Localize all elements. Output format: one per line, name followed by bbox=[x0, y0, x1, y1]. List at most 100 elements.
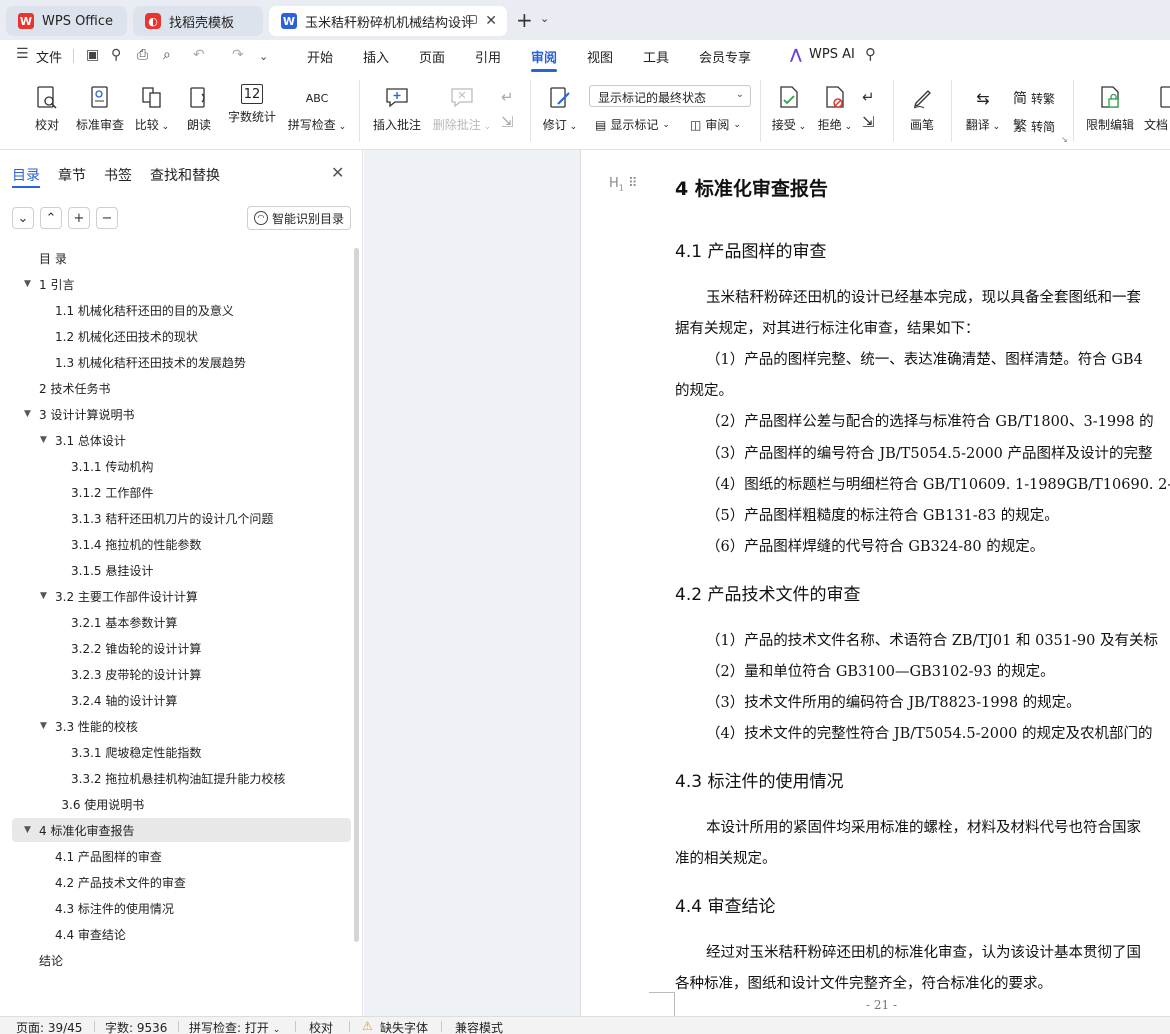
toc-item[interactable]: 3.1.5 悬挂设计 bbox=[0, 558, 350, 582]
toc-item[interactable]: 3.1.4 拖拉机的性能参数 bbox=[0, 532, 350, 556]
menu-insert[interactable]: 插入 bbox=[363, 47, 389, 66]
toc-item[interactable]: 3.3.2 拖拉机悬挂机构油缸提升能力校核 bbox=[0, 766, 350, 790]
toc-item[interactable]: 3.3.1 爬坡稳定性能指数 bbox=[0, 740, 350, 764]
nav-tab-bookmarks[interactable]: 书签 bbox=[104, 165, 132, 185]
toc-item[interactable]: 4.2 产品技术文件的审查 bbox=[0, 870, 350, 894]
expand-caret-icon[interactable]: ▼ bbox=[40, 591, 47, 601]
toc-item[interactable]: 3.2.2 锥齿轮的设计计算 bbox=[0, 636, 350, 660]
show-markup-button[interactable]: ▤ 显示标记 ⌄ bbox=[595, 116, 670, 133]
toc-item[interactable]: 3.1.2 工作部件 bbox=[0, 480, 350, 504]
to-simplified-button[interactable]: 繁 转简 bbox=[1013, 116, 1055, 136]
to-traditional-button[interactable]: 简 转繁 bbox=[1013, 88, 1055, 108]
close-icon[interactable]: ✕ bbox=[331, 163, 344, 182]
search-icon[interactable]: ⚲ bbox=[865, 45, 876, 63]
new-tab-plus-icon[interactable]: + bbox=[516, 8, 533, 32]
quick-access-more-icon[interactable]: ⌄ bbox=[259, 50, 268, 63]
nav-scrollbar[interactable] bbox=[354, 248, 359, 942]
menu-member[interactable]: 会员专享 bbox=[699, 47, 751, 66]
accept-button[interactable]: 接受 ⌄ bbox=[771, 84, 807, 133]
spell-check-status[interactable]: 拼写检查: 打开 ⌄ bbox=[189, 1019, 280, 1034]
toc-item[interactable]: ▼ 4 标准化审查报告 bbox=[12, 818, 351, 842]
restrict-edit-button[interactable]: 限制编辑 bbox=[1084, 84, 1136, 133]
nav-tab-find-replace[interactable]: 查找和替换 bbox=[150, 165, 220, 185]
toc-item[interactable]: 1.1 机械化秸秆还田的目的及意义 bbox=[0, 298, 350, 322]
undo-icon[interactable]: ↶ bbox=[193, 47, 205, 63]
expand-caret-icon[interactable]: ▼ bbox=[40, 721, 47, 731]
menu-reference[interactable]: 引用 bbox=[475, 47, 501, 66]
smart-toc-button[interactable]: ◠ 智能识别目录 bbox=[247, 206, 351, 230]
menu-review[interactable]: 审阅 bbox=[531, 47, 557, 66]
translate-button[interactable]: ⇆ 翻译 ⌄ bbox=[964, 84, 1002, 133]
menu-page[interactable]: 页面 bbox=[419, 47, 445, 66]
expand-up-button[interactable]: ⌃ bbox=[40, 207, 62, 229]
next-change-icon[interactable]: ⇲ bbox=[862, 113, 875, 131]
dialog-launcher-icon[interactable]: ↘ bbox=[1061, 135, 1068, 144]
toc-item[interactable]: 4.1 产品图样的审查 bbox=[0, 844, 350, 868]
share-icon[interactable]: ⚲ bbox=[111, 47, 121, 63]
spell-check-button[interactable]: ABC 拼写检查 ⌄ bbox=[287, 84, 347, 133]
insert-comment-button[interactable]: 插入批注 bbox=[371, 84, 423, 133]
nav-tab-toc[interactable]: 目录 bbox=[12, 165, 40, 185]
menu-tools[interactable]: 工具 bbox=[643, 47, 669, 66]
document-page[interactable]: H1 ⠿ 4 标准化审查报告 4.1 产品图样的审查 玉米秸秆粉碎还田机的设计已… bbox=[580, 150, 1170, 1016]
proofread-status[interactable]: 校对 bbox=[309, 1019, 333, 1034]
delete-comment-button[interactable]: 删除批注 ⌄ bbox=[432, 84, 492, 133]
expand-caret-icon[interactable]: ▼ bbox=[40, 435, 47, 445]
document-canvas[interactable]: H1 ⠿ 4 标准化审查报告 4.1 产品图样的审查 玉米秸秆粉碎还田机的设计已… bbox=[364, 150, 1170, 1016]
read-aloud-button[interactable]: 朗读 bbox=[185, 84, 213, 133]
toc-item[interactable]: ▼ 3 设计计算说明书 bbox=[0, 402, 350, 426]
next-comment-icon[interactable]: ⇲ bbox=[501, 113, 514, 131]
previous-change-icon[interactable]: ↵ bbox=[862, 88, 875, 106]
toc-item[interactable]: ▼ 3.1 总体设计 bbox=[0, 428, 350, 452]
toc-item[interactable]: 3.2.4 轴的设计计算 bbox=[0, 688, 350, 712]
markup-display-select[interactable]: 显示标记的最终状态 ⌄ bbox=[589, 85, 751, 107]
toc-item[interactable]: 4.4 审查结论 bbox=[0, 922, 350, 946]
toc-item[interactable]: 2 技术任务书 bbox=[0, 376, 350, 400]
page-indicator[interactable]: 页面: 39/45 bbox=[16, 1019, 82, 1034]
toc-item[interactable]: ▼ 3.3 性能的校核 bbox=[0, 714, 350, 738]
nav-tab-chapters[interactable]: 章节 bbox=[58, 165, 86, 185]
toc-item[interactable]: 1.2 机械化还田技术的现状 bbox=[0, 324, 350, 348]
expand-caret-icon[interactable]: ▼ bbox=[24, 409, 31, 419]
toc-item[interactable]: 3.2.1 基本参数计算 bbox=[0, 610, 350, 634]
heading-drag-handle-icon[interactable]: H1 ⠿ bbox=[609, 176, 638, 193]
hamburger-menu-icon[interactable]: ☰ bbox=[16, 46, 29, 62]
expand-caret-icon[interactable]: ▼ bbox=[24, 279, 31, 289]
pen-button[interactable]: 画笔 bbox=[905, 84, 939, 133]
collapse-all-button[interactable]: ⌄ bbox=[12, 207, 34, 229]
document-permissions-button[interactable]: 文档 bbox=[1144, 84, 1170, 133]
review-pane-button[interactable]: ◫ 审阅 ⌄ bbox=[690, 116, 741, 133]
toc-item[interactable]: ▼ 3.2 主要工作部件设计计算 bbox=[0, 584, 350, 608]
redo-icon[interactable]: ↷ bbox=[232, 47, 244, 63]
revise-button[interactable]: 修订 ⌄ bbox=[541, 84, 579, 133]
toc-item[interactable]: 3.6 使用说明书 bbox=[0, 792, 350, 816]
compare-button[interactable]: 比较 ⌄ bbox=[134, 84, 170, 133]
monitor-icon[interactable] bbox=[466, 15, 477, 24]
add-heading-button[interactable]: + bbox=[68, 207, 90, 229]
toc-item[interactable]: 目 录 bbox=[0, 246, 350, 270]
previous-comment-icon[interactable]: ↵ bbox=[501, 88, 514, 106]
toc-item[interactable]: 4.3 标注件的使用情况 bbox=[0, 896, 350, 920]
proofread-button[interactable]: 校对 bbox=[30, 84, 64, 133]
word-count-button[interactable]: 12 字数统计 bbox=[226, 84, 278, 125]
tab-current-document[interactable]: W 玉米秸秆粉碎机机械结构设计 ✕ bbox=[269, 6, 507, 36]
tab-docer-templates[interactable]: ◐ 找稻壳模板 bbox=[133, 6, 263, 36]
print-preview-icon[interactable]: ⌕ bbox=[163, 47, 171, 63]
toc-item[interactable]: 3.1.1 传动机构 bbox=[0, 454, 350, 478]
word-count-indicator[interactable]: 字数: 9536 bbox=[105, 1019, 167, 1034]
missing-font-status[interactable]: 缺失字体 bbox=[380, 1019, 428, 1034]
save-icon[interactable]: ▣ bbox=[86, 47, 99, 63]
toc-item[interactable]: 结论 bbox=[0, 948, 350, 972]
reject-button[interactable]: 拒绝 ⌄ bbox=[817, 84, 853, 133]
print-icon[interactable]: ⎙ bbox=[137, 47, 148, 63]
menu-file[interactable]: 文件 bbox=[36, 47, 62, 66]
tab-list-chevron-icon[interactable]: ⌄ bbox=[540, 12, 549, 25]
menu-start[interactable]: 开始 bbox=[307, 47, 333, 66]
toc-item[interactable]: ▼ 1 引言 bbox=[0, 272, 350, 296]
menu-wps-ai[interactable]: WPS AI bbox=[809, 47, 855, 62]
expand-caret-icon[interactable]: ▼ bbox=[24, 825, 31, 835]
remove-heading-button[interactable]: − bbox=[96, 207, 118, 229]
toc-item[interactable]: 1.3 机械化秸秆还田技术的发展趋势 bbox=[0, 350, 350, 374]
toc-item[interactable]: 3.1.3 秸秆还田机刀片的设计几个问题 bbox=[0, 506, 350, 530]
close-tab-icon[interactable]: ✕ bbox=[485, 13, 497, 29]
